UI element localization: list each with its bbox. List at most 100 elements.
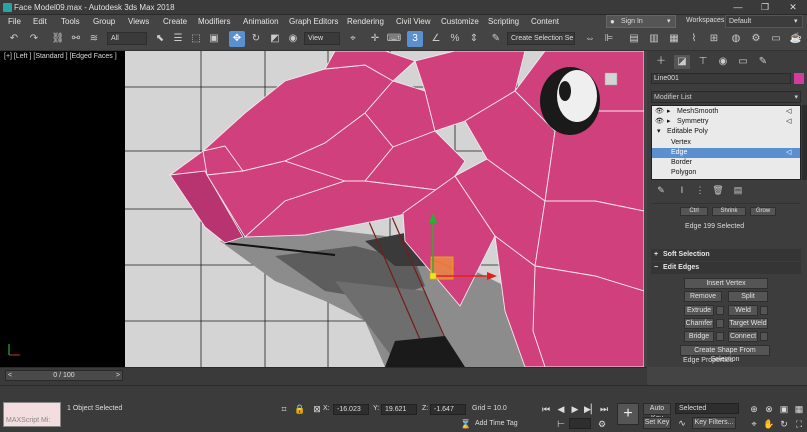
move-icon[interactable]: ✥ <box>229 31 245 47</box>
placement-icon[interactable]: ◉ <box>285 31 301 47</box>
link-icon[interactable]: ⛓ <box>50 31 66 47</box>
rotate-icon[interactable]: ↻ <box>248 31 264 47</box>
unlink-icon[interactable]: ⚯ <box>68 31 84 47</box>
eye-icon[interactable]: 👁 <box>655 117 664 127</box>
toggle-ribbon-icon[interactable]: ▦ <box>666 31 682 47</box>
curve-editor-icon[interactable]: ⌇ <box>686 31 702 47</box>
menu-animation[interactable]: Animation <box>243 17 279 26</box>
menu-civil-view[interactable]: Civil View <box>396 17 431 26</box>
current-frame-field[interactable] <box>569 418 591 429</box>
sign-in-dropdown[interactable]: ● Sign In ▾ <box>606 15 676 28</box>
menu-graph-editors[interactable]: Graph Editors <box>289 17 338 26</box>
next-frame-icon[interactable]: ▶▏ <box>584 403 598 415</box>
ref-coord-dropdown[interactable]: View <box>304 32 340 45</box>
undo-icon[interactable]: ↶ <box>6 31 22 47</box>
connect-button[interactable]: Connect <box>728 331 758 342</box>
create-shape-button[interactable]: Create Shape From Selection <box>680 345 770 363</box>
menu-file[interactable]: File <box>8 17 21 26</box>
stack-item-border[interactable]: Border <box>652 158 800 168</box>
stack-item-meshsmooth[interactable]: 👁 ▸ MeshSmooth ◁ <box>652 107 800 117</box>
align-icon[interactable]: ⊫ <box>601 31 617 47</box>
bind-spacewarp-icon[interactable]: ≋ <box>86 31 102 47</box>
zoom-extents-all-icon[interactable]: ▦ <box>793 403 805 415</box>
edit-edges-rollout[interactable]: − Edit Edges <box>651 262 801 274</box>
maxscript-listener[interactable]: MAXScript Mi: <box>3 402 61 427</box>
extrude-button[interactable]: Extrude <box>684 305 714 316</box>
remove-modifier-icon[interactable]: 🗑 <box>711 183 725 197</box>
mirror-icon[interactable]: ⇔ <box>582 31 598 47</box>
play-icon[interactable]: ▶ <box>569 403 581 415</box>
render-icon[interactable]: ☕ <box>788 31 804 47</box>
pan-icon[interactable]: ✋ <box>763 418 775 430</box>
edit-named-selection-icon[interactable]: ✎ <box>488 31 504 47</box>
grow-button[interactable]: Grow <box>750 207 776 216</box>
modifier-list-dropdown[interactable]: Modifier List ▾ <box>651 91 801 103</box>
spinner-snap-icon[interactable]: ⇕ <box>466 31 482 47</box>
previous-frame-icon[interactable]: ◀ <box>555 403 567 415</box>
menu-content[interactable]: Content <box>531 17 559 26</box>
maximize-viewport-icon[interactable]: ⛶ <box>793 418 805 430</box>
menu-rendering[interactable]: Rendering <box>347 17 384 26</box>
viewport-label[interactable]: [+] [Left ] [Standard ] [Edged Faces ] <box>4 53 117 60</box>
collapse-arrow-icon[interactable]: ▾ <box>657 127 661 137</box>
time-tag-icon[interactable]: ⌛ <box>460 418 472 430</box>
y-coordinate-field[interactable]: 19.621 <box>381 404 417 415</box>
hierarchy-tab-icon[interactable]: ⊤ <box>695 55 711 69</box>
selection-filter-dropdown[interactable]: All <box>107 32 147 45</box>
pin-stack-icon[interactable]: ✎ <box>654 183 668 197</box>
configure-sets-icon[interactable]: ▤ <box>731 183 745 197</box>
window-crossing-icon[interactable]: ▣ <box>206 31 222 47</box>
chamfer-settings-icon[interactable] <box>716 319 724 328</box>
soft-selection-rollout[interactable]: + Soft Selection <box>651 249 801 261</box>
bridge-button[interactable]: Bridge <box>684 331 714 342</box>
menu-create[interactable]: Create <box>163 17 187 26</box>
zoom-icon[interactable]: ⊕ <box>748 403 760 415</box>
menu-customize[interactable]: Customize <box>441 17 479 26</box>
redo-icon[interactable]: ↷ <box>26 31 42 47</box>
menu-group[interactable]: Group <box>93 17 115 26</box>
select-object-icon[interactable]: ⬉ <box>152 31 168 47</box>
slider-next[interactable]: > <box>116 371 120 381</box>
chamfer-button[interactable]: Chamfer <box>684 318 714 329</box>
render-setup-icon[interactable]: ⚙ <box>748 31 764 47</box>
z-coordinate-field[interactable]: -1.647 <box>430 404 466 415</box>
connect-settings-icon[interactable] <box>760 332 768 341</box>
object-color-swatch[interactable] <box>794 73 804 84</box>
isolate-selection-icon[interactable]: ⌗ <box>278 403 290 415</box>
scale-icon[interactable]: ◩ <box>267 31 283 47</box>
rendered-frame-icon[interactable]: ▭ <box>768 31 784 47</box>
workspaces-dropdown[interactable]: Default ▾ <box>725 15 803 28</box>
auto-key-button[interactable]: Auto Key <box>643 403 671 422</box>
menu-views[interactable]: Views <box>128 17 149 26</box>
add-time-tag[interactable]: Add Time Tag <box>475 420 518 427</box>
slider-prev[interactable]: < <box>8 371 12 381</box>
viewport-left-panel[interactable] <box>0 51 125 367</box>
zoom-extents-icon[interactable]: ▣ <box>778 403 790 415</box>
bridge-settings-icon[interactable] <box>716 332 724 341</box>
split-button[interactable]: Split <box>728 291 768 302</box>
ctrl-button[interactable]: Ctrl <box>680 207 708 216</box>
stack-item-vertex[interactable]: Vertex <box>652 138 800 148</box>
snaps-toggle-icon[interactable]: 3 <box>407 31 423 47</box>
modify-tab-icon[interactable]: ◪ <box>674 55 690 69</box>
extrude-settings-icon[interactable] <box>716 306 724 315</box>
object-name-field[interactable]: Line001 <box>651 73 791 84</box>
field-of-view-icon[interactable]: ⌖ <box>748 418 760 430</box>
material-editor-icon[interactable]: ◍ <box>728 31 744 47</box>
eye-icon[interactable]: 👁 <box>655 107 664 117</box>
key-mode-dropdown[interactable]: Selected <box>675 403 739 414</box>
named-selection-sets-dropdown[interactable]: Create Selection Se <box>507 32 575 45</box>
expand-arrow-icon[interactable]: ▸ <box>667 117 671 127</box>
close-button[interactable]: ✕ <box>785 2 801 13</box>
stack-item-polygon[interactable]: Polygon <box>652 168 800 178</box>
viewport-main[interactable] <box>125 51 644 367</box>
expand-arrow-icon[interactable]: ▸ <box>667 107 671 117</box>
rect-selection-icon[interactable]: ⬚ <box>188 31 204 47</box>
menu-tools[interactable]: Tools <box>61 17 80 26</box>
show-end-result-icon[interactable]: Ⅰ <box>675 183 689 197</box>
shrink-button[interactable]: Shrink <box>712 207 746 216</box>
select-manipulate-icon[interactable]: ✛ <box>367 31 383 47</box>
go-to-end-icon[interactable]: ⏭ <box>598 403 610 415</box>
select-by-name-icon[interactable]: ☰ <box>170 31 186 47</box>
zoom-all-icon[interactable]: ⊗ <box>763 403 775 415</box>
